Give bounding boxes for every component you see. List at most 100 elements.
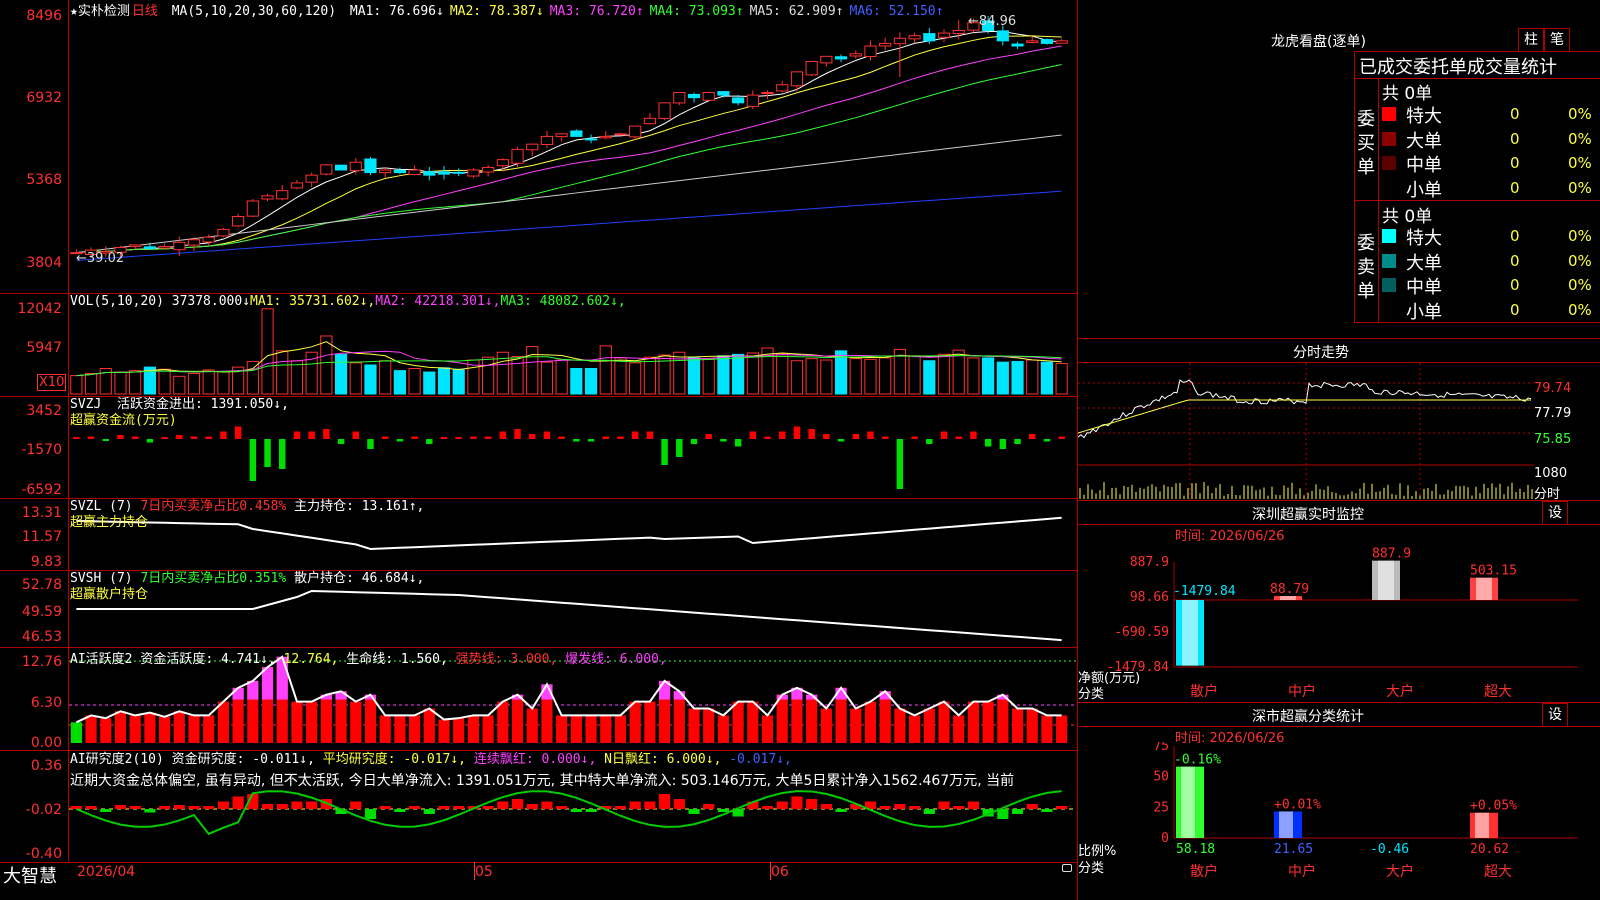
volume-bar <box>452 368 465 395</box>
volume-bar <box>717 355 730 395</box>
flow-bar <box>514 429 521 439</box>
flow-bar <box>690 439 698 444</box>
research-bar <box>923 809 935 814</box>
value-label: 503.15 <box>1470 564 1517 579</box>
chart-area[interactable]: ★实朴检测 日线 MA(5,10,20,30,60,120) MA1: 76.69… <box>0 0 1078 900</box>
candle-body <box>202 236 215 243</box>
flow-bar <box>617 436 624 439</box>
divider <box>1354 200 1600 201</box>
activity-bar <box>688 708 700 743</box>
research-bar <box>144 809 156 813</box>
row-name: 中单 <box>1406 155 1442 176</box>
category-label: 超大 <box>1484 864 1512 880</box>
ma-line-20 <box>76 45 1062 254</box>
row-count: 0 <box>1510 129 1520 148</box>
activity-bar <box>938 701 950 743</box>
ai2-comment: 近期大资金总体偏空, 虽有异动, 但不太活跃, 今日大单净流入: 1391.05… <box>70 773 1015 789</box>
volume-bar <box>349 362 362 395</box>
activity-bar <box>1026 708 1038 743</box>
row-pct: 0% <box>1568 227 1592 245</box>
candle-body <box>584 138 598 141</box>
candle-body <box>937 32 951 38</box>
flow-bar <box>205 436 212 439</box>
candle-body <box>393 169 406 174</box>
activity-bar <box>173 711 185 743</box>
flow-bar <box>573 439 580 442</box>
row-count: 0 <box>1510 251 1520 270</box>
volume-bar <box>614 357 627 395</box>
candle-body <box>408 169 421 175</box>
research-bar <box>835 809 847 812</box>
candle-body <box>320 164 333 175</box>
settings-button[interactable]: 设 <box>1542 501 1568 525</box>
lock-icon[interactable] <box>1062 864 1072 872</box>
y-label: -0.02 <box>25 802 62 818</box>
divider <box>1078 524 1600 525</box>
candle-body <box>570 130 583 137</box>
activity-bar <box>967 701 979 743</box>
row-name: 小单 <box>1406 301 1442 323</box>
ma-value-2: MA2: 78.387↓ <box>449 4 544 19</box>
volume-bar <box>702 358 715 395</box>
period-label[interactable]: 日线 <box>132 4 158 19</box>
research-bar <box>776 801 788 809</box>
flow-bar <box>676 439 683 457</box>
volume-bar <box>820 359 833 395</box>
volume-bar <box>687 357 701 395</box>
y-label: 5368 <box>26 172 62 188</box>
settings-button[interactable]: 设 <box>1542 703 1568 727</box>
volume-bar <box>982 357 995 395</box>
activity-bar <box>497 701 509 743</box>
volume-bar <box>937 353 951 395</box>
research-bar <box>276 804 288 809</box>
volume-bar <box>629 362 642 395</box>
candle-body <box>276 190 289 200</box>
activity-bar <box>85 715 97 743</box>
activity-bar <box>144 712 156 743</box>
ratio-chart[interactable]: 75 50 25 0 散户 中户 大户 超大 -0.16% 58.18 +0.01% 21.65 -0.… <box>1078 742 1600 900</box>
legend-swatch <box>1382 278 1396 292</box>
flow-bar <box>1058 436 1065 439</box>
candle-body <box>379 169 392 174</box>
flow-bar <box>161 437 168 439</box>
y-label: 3804 <box>26 255 62 271</box>
ma-value-6: MA6: 52.150↑ <box>849 4 944 19</box>
research-bar <box>129 806 141 809</box>
flow-bar <box>779 431 786 439</box>
net-bar-highlight <box>1476 577 1492 600</box>
candle-body <box>717 91 730 96</box>
flow-bar <box>720 439 727 442</box>
row-name: 中单 <box>1406 277 1442 298</box>
candle-body <box>702 92 715 101</box>
net-bar-highlight <box>1182 600 1198 666</box>
flow-bar <box>470 436 477 439</box>
activity-bar <box>850 708 862 743</box>
intraday-chart[interactable] <box>1078 363 1534 500</box>
y-label: 13.31 <box>21 505 62 521</box>
flow-bar <box>808 429 815 439</box>
stock-name: 实朴检测 <box>77 4 130 19</box>
flow-bar <box>146 439 154 443</box>
column-mode-button[interactable]: 柱 <box>1518 28 1544 52</box>
legend-swatch <box>1382 302 1396 317</box>
net-amount-chart[interactable]: 887.998.66-690.59-1479.84散户 中户 大户 超大-1479.8… <box>1078 542 1600 702</box>
candle-body <box>893 37 906 45</box>
flow-bar <box>823 434 830 439</box>
volume-bar <box>158 368 171 395</box>
candlestick-chart[interactable] <box>69 0 1077 293</box>
y-label: 0 <box>1161 831 1169 846</box>
volume-bar <box>379 360 392 395</box>
y-label: 75 <box>1153 742 1169 754</box>
ratio-bar-highlight <box>1279 811 1293 838</box>
date-label: 2026/04 <box>77 864 136 880</box>
activity-bar <box>644 701 656 743</box>
activity-bar <box>953 715 965 743</box>
research-bar <box>688 809 700 814</box>
research-bar <box>438 806 450 809</box>
tick-mode-button[interactable]: 笔 <box>1544 28 1570 52</box>
research-bar <box>585 809 597 812</box>
volume-chart[interactable] <box>69 294 1077 396</box>
volume-bar <box>70 375 83 395</box>
candle-body <box>232 216 245 227</box>
research-bar <box>761 806 774 809</box>
